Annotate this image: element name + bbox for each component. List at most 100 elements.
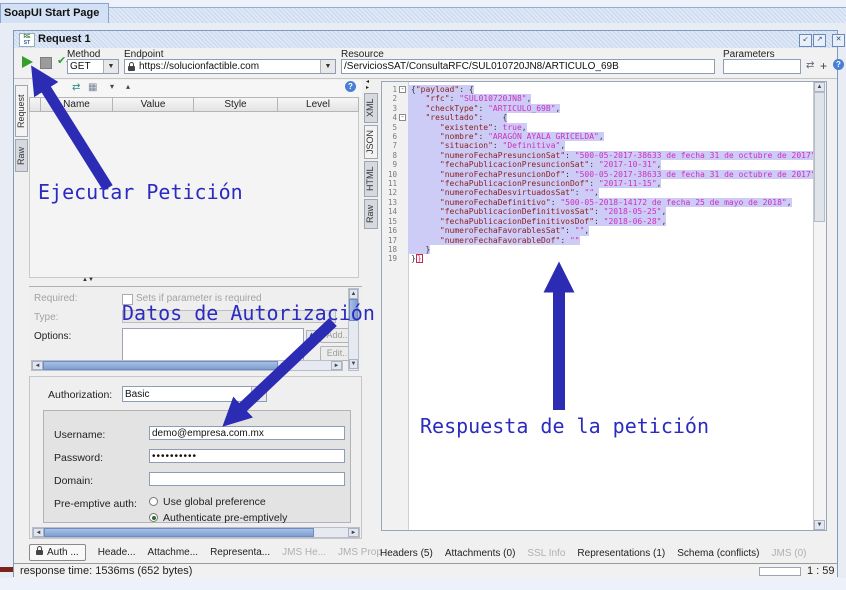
code-line[interactable]: 10 "numeroFechaPresuncionDof": "500-05-2…: [382, 170, 813, 179]
scroll-down-icon[interactable]: ▼: [814, 520, 825, 530]
auth-hscrollbar[interactable]: ◄ ►: [32, 527, 360, 538]
code-line[interactable]: 5 "existente": true,: [382, 123, 813, 132]
code-line[interactable]: 2 "rfc": "SUL010720JN8",: [382, 94, 813, 103]
parameters-input[interactable]: [723, 59, 801, 74]
code-line[interactable]: 14 "fechaPublicacionDefinitivosSat": "20…: [382, 207, 813, 216]
update-params-icon[interactable]: ⇄: [72, 82, 80, 93]
username-input[interactable]: [149, 426, 345, 440]
col-name[interactable]: Name: [41, 97, 113, 112]
code-line[interactable]: 16 "numeroFechaFavorablesSat": "",: [382, 226, 813, 235]
json-response-editor[interactable]: 1-{"payload": {2 "rfc": "SUL010720JN8",3…: [381, 81, 827, 531]
line-number: 10: [382, 170, 397, 179]
code-line[interactable]: 4- "resultado": {: [382, 113, 813, 122]
fold-toggle-icon[interactable]: -: [397, 85, 408, 94]
code-line[interactable]: 9 "fechaPublicacionPresuncionSat": "2017…: [382, 160, 813, 169]
minimize-button[interactable]: ↙: [799, 34, 812, 47]
method-dropdown[interactable]: GET▼: [67, 59, 119, 74]
fold-toggle-icon[interactable]: -: [397, 113, 408, 122]
code-line[interactable]: 15 "fechaPublicacionDefinitivosDof": "20…: [382, 217, 813, 226]
scroll-left-icon[interactable]: ◄: [32, 361, 43, 370]
run-request-button[interactable]: [22, 56, 33, 68]
code-line[interactable]: 7 "situacion": "Definitiva",: [382, 141, 813, 150]
sort-arrows-icon[interactable]: ▲▼: [82, 277, 94, 283]
tab-raw-vertical-left[interactable]: Raw: [15, 139, 28, 172]
required-checkbox[interactable]: [122, 294, 133, 305]
params-help-icon[interactable]: ?: [345, 81, 356, 92]
code-line[interactable]: 19}}: [382, 254, 813, 263]
line-number: 9: [382, 160, 397, 169]
editor-vscroll-thumb[interactable]: [814, 92, 825, 222]
resource-input[interactable]: [341, 59, 715, 74]
code-line[interactable]: 18 }: [382, 245, 813, 254]
tab-schema-conflicts[interactable]: Schema (conflicts): [677, 548, 759, 559]
params-table-body[interactable]: [29, 112, 359, 278]
code-line[interactable]: 8 "numeroFechaPresuncionSat": "500-05-20…: [382, 151, 813, 160]
tab-headers-request[interactable]: Heade...: [98, 547, 136, 558]
splitter-collapse-icons[interactable]: ◂▸: [366, 79, 369, 91]
auth-hscroll-thumb[interactable]: [44, 528, 314, 537]
chevron-down-icon[interactable]: ▼: [251, 387, 266, 401]
code-line[interactable]: 1-{"payload": {: [382, 85, 813, 94]
code-line[interactable]: 13 "numeroFechaDefinitivo": "500-05-2018…: [382, 198, 813, 207]
type-field[interactable]: [122, 310, 336, 323]
col-style[interactable]: Style: [194, 97, 278, 112]
param-grid-icon[interactable]: ▦: [88, 82, 97, 93]
tab-html-response[interactable]: HTML: [364, 161, 378, 197]
tab-raw-response[interactable]: Raw: [364, 199, 378, 229]
tab-attachments-response[interactable]: Attachments (0): [445, 548, 516, 559]
code-line[interactable]: 11 "fechaPublicacionPresuncionDof": "201…: [382, 179, 813, 188]
col-value[interactable]: Value: [113, 97, 194, 112]
move-down-icon[interactable]: ▾: [110, 82, 114, 91]
endpoint-dropdown[interactable]: https://solucionfactible.com ▼: [124, 59, 336, 74]
code-text: "existente": true,: [408, 123, 527, 132]
code-line[interactable]: 12 "numeroFechaDesvirtuadosSat": "",: [382, 188, 813, 197]
tab-ssl-info[interactable]: SSL Info: [527, 548, 565, 559]
json-code[interactable]: 1-{"payload": {2 "rfc": "SUL010720JN8",3…: [382, 85, 813, 264]
scroll-up-icon[interactable]: ▲: [349, 289, 358, 299]
domain-input[interactable]: [149, 472, 345, 486]
tab-json-response[interactable]: JSON: [364, 125, 378, 159]
chevron-down-icon[interactable]: ▼: [103, 60, 118, 73]
details-vscrollbar[interactable]: ▲ ▼: [348, 288, 359, 371]
tab-representations-response[interactable]: Representations (1): [577, 548, 665, 559]
details-hscrollbar[interactable]: ◄ ►: [31, 360, 343, 371]
tab-request-vertical[interactable]: Request: [15, 85, 28, 137]
authorization-type-dropdown[interactable]: Basic▼: [122, 386, 267, 402]
stop-request-button[interactable]: [40, 57, 52, 69]
scroll-right-icon[interactable]: ►: [348, 528, 359, 537]
tab-xml-response[interactable]: XML: [364, 93, 378, 123]
help-icon[interactable]: ?: [833, 59, 844, 70]
scroll-up-icon[interactable]: ▲: [814, 82, 825, 92]
add-param-icon[interactable]: +: [820, 59, 827, 73]
radio-authenticate-preemptively[interactable]: [149, 513, 158, 522]
close-button[interactable]: ✕: [832, 34, 845, 47]
tab-jms-headers[interactable]: JMS He...: [282, 547, 326, 558]
radio-use-global-preference[interactable]: [149, 497, 158, 506]
tab-auth[interactable]: Auth ...: [29, 544, 86, 561]
options-listbox[interactable]: [122, 328, 304, 362]
code-line[interactable]: 3 "checkType": "ARTICULO_69B",: [382, 104, 813, 113]
details-hscroll-thumb[interactable]: [43, 361, 278, 370]
revert-params-icon[interactable]: ⇄: [806, 60, 814, 71]
scroll-left-icon[interactable]: ◄: [33, 528, 44, 537]
move-up-icon[interactable]: ▴: [126, 82, 130, 91]
code-line[interactable]: 17 "numeroFechaFavorableDof": "": [382, 236, 813, 245]
request-window-titlebar[interactable]: [14, 31, 837, 49]
tab-attachments-request[interactable]: Attachme...: [148, 547, 199, 558]
options-scroll-up-icon[interactable]: ▲: [306, 330, 317, 340]
col-level[interactable]: Level: [278, 97, 359, 112]
maximize-button[interactable]: ↗: [813, 34, 826, 47]
response-bottom-tabs: Headers (5) Attachments (0) SSL Info Rep…: [380, 546, 818, 561]
code-line[interactable]: 6 "nombre": "ARAGÓN AYALA GRICELDA",: [382, 132, 813, 141]
tab-soapui-start-page[interactable]: SoapUI Start Page: [0, 3, 109, 23]
tab-representations-request[interactable]: Representa...: [210, 547, 270, 558]
editor-vscrollbar[interactable]: ▲ ▼: [813, 82, 826, 530]
details-vscroll-thumb[interactable]: [349, 299, 358, 321]
scroll-down-icon[interactable]: ▼: [349, 359, 358, 369]
params-table-header: Name Value Style Level: [29, 97, 359, 112]
tab-headers-response[interactable]: Headers (5): [380, 548, 433, 559]
password-input[interactable]: [149, 449, 345, 463]
chevron-down-icon[interactable]: ▼: [320, 60, 335, 73]
tab-jms-response[interactable]: JMS (0): [771, 548, 806, 559]
scroll-right-icon[interactable]: ►: [331, 361, 342, 370]
